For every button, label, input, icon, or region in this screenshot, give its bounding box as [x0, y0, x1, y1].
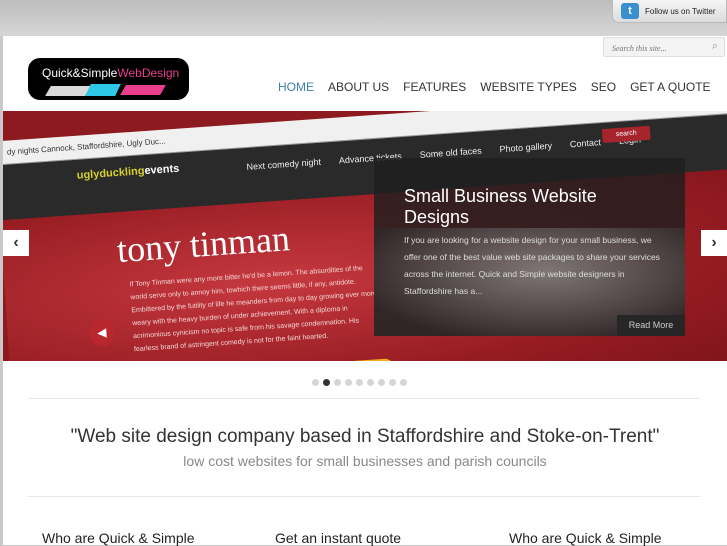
slide-caption: Small Business Website Designs If you ar…: [374, 158, 685, 336]
slider-dot[interactable]: [367, 379, 374, 386]
search-icon[interactable]: ⌕: [712, 40, 718, 53]
caption-title: Small Business Website Designs: [404, 186, 597, 227]
hero-slider: dy nights Cannock, Staffordshire, Ugly D…: [3, 111, 727, 361]
follow-twitter-label: Follow us on Twitter: [645, 6, 716, 16]
nav-seo[interactable]: SEO: [584, 80, 623, 94]
nav-get-a-quote[interactable]: GET A QUOTE: [623, 80, 717, 94]
column-heading-instant-quote: Get an instant quote: [275, 530, 402, 546]
read-more-button[interactable]: Read More: [617, 315, 685, 336]
logo-text-web: WebDesign: [117, 66, 180, 80]
screenshot-brand-b: events: [144, 162, 180, 178]
caption-body: If you are looking for a website design …: [404, 235, 660, 296]
follow-twitter-button[interactable]: t Follow us on Twitter: [612, 0, 727, 23]
slider-dot[interactable]: [400, 379, 407, 386]
nav-website-types[interactable]: WEBSITE TYPES: [473, 80, 583, 94]
slider-dot[interactable]: [334, 379, 341, 386]
nav-home[interactable]: HOME: [271, 80, 321, 94]
column-heading-who-are: Who are Quick & Simple: [42, 530, 195, 546]
slider-dot[interactable]: [312, 379, 319, 386]
screenshot-nav-item: Next comedy night: [246, 156, 322, 172]
screenshot-nav-item: Photo gallery: [499, 140, 553, 155]
search-input[interactable]: [604, 39, 708, 58]
slider-pagination: [312, 379, 407, 386]
tagline-subline: low cost websites for small businesses a…: [183, 453, 547, 469]
slider-dot[interactable]: [378, 379, 385, 386]
slider-dot[interactable]: [389, 379, 396, 386]
slider-next-arrow-icon[interactable]: ›: [701, 230, 727, 256]
slider-dot[interactable]: [356, 379, 363, 386]
screenshot-nav-item: Contact: [569, 137, 602, 150]
page: ⌕ Quick&SimpleWebDesign HOME ABOUT US FE…: [3, 36, 727, 546]
logo-splash-pink: [120, 85, 166, 95]
nav-about-us[interactable]: ABOUT US: [321, 80, 396, 94]
divider: [28, 398, 700, 399]
logo-splash-cyan: [85, 84, 121, 96]
divider: [28, 496, 700, 497]
tagline-headline: "Web site design company based in Staffo…: [70, 426, 660, 447]
site-logo[interactable]: Quick&SimpleWebDesign: [28, 58, 189, 100]
logo-text-quick: Quick&Simple: [42, 66, 118, 80]
search-box[interactable]: ⌕: [603, 37, 725, 58]
column-heading-who-are-2: Who are Quick & Simple: [509, 530, 662, 546]
logo-splash-white: [45, 86, 91, 96]
logo-text: Quick&SimpleWebDesign: [42, 66, 179, 80]
main-nav: HOME ABOUT US FEATURES WEBSITE TYPES SEO…: [271, 80, 718, 94]
slider-dot[interactable]: [323, 379, 330, 386]
twitter-bird-icon: t: [621, 3, 639, 19]
slider-prev-arrow-icon[interactable]: ‹: [3, 230, 29, 256]
slider-dot[interactable]: [345, 379, 352, 386]
nav-features[interactable]: FEATURES: [396, 80, 473, 94]
